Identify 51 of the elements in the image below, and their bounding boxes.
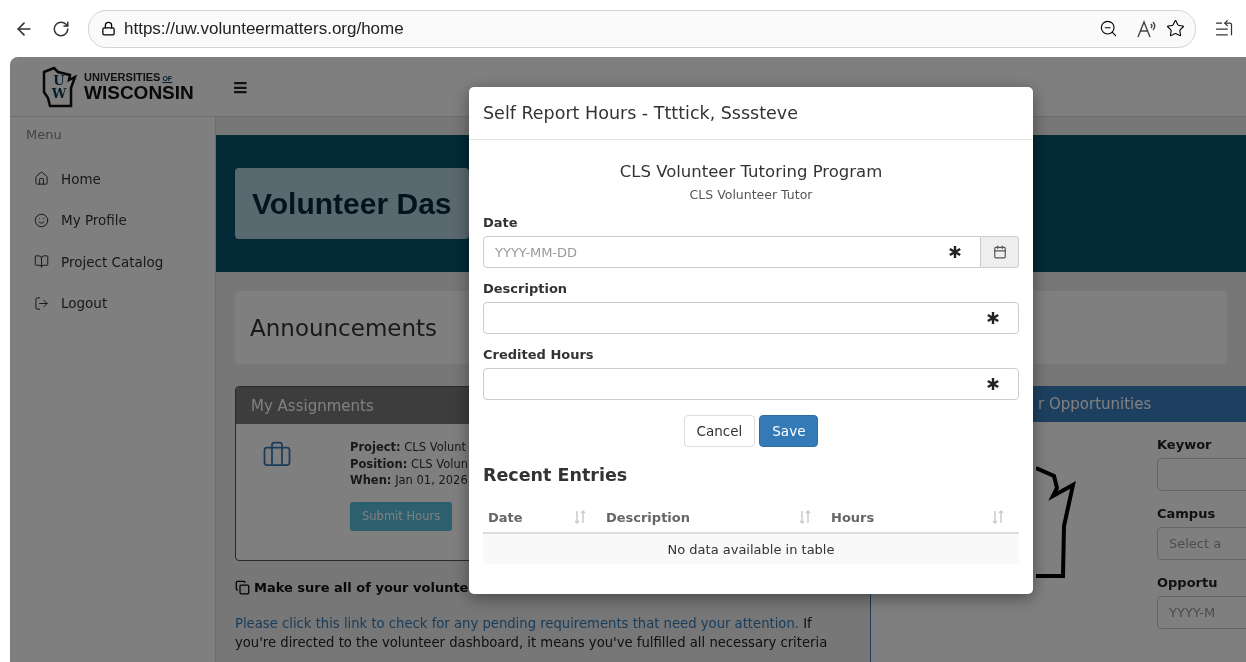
- section-title: Recent Entries: [483, 465, 629, 485]
- read-aloud-icon[interactable]: [1136, 19, 1158, 38]
- sidebar-item[interactable]: Home: [26, 158, 215, 200]
- cancel-button[interactable]: Cancel: [683, 415, 756, 447]
- calendar-icon: [992, 245, 1007, 259]
- address-bar[interactable]: https://uw.volunteermatters.org/home: [88, 9, 1196, 48]
- modal-title: Self Report Hours - Ttttick, Ssssteve: [483, 103, 798, 123]
- logo-letter: U: [53, 73, 65, 87]
- requirements-link[interactable]: Please click this link to check for any pending requirements that need your attention.: [235, 616, 799, 631]
- column-header[interactable]: Date: [488, 509, 523, 525]
- sidebar-item[interactable]: Logout: [26, 282, 215, 324]
- url-text: https://uw.volunteermatters.org/home: [124, 18, 405, 39]
- logo-title: WISCONSIN: [84, 82, 194, 102]
- document-icon: [235, 580, 250, 595]
- field-label: Keywor: [1157, 437, 1213, 452]
- field-label: Campus: [1157, 506, 1217, 521]
- program-title: CLS Volunteer Tutoring Program: [618, 162, 884, 181]
- smiley-icon: [34, 212, 49, 228]
- notice-paragraph: Please click this link to check for any pending requirements that need your attention. If you're directed to the volunteer dashboard, it means you've fulfilled all necessary criteria: [235, 615, 829, 652]
- field-label: Credited Hours: [483, 347, 595, 362]
- logout-icon: [34, 295, 49, 311]
- field-label: Opportu: [1157, 575, 1219, 590]
- menu-icon[interactable]: ≡: [232, 74, 249, 99]
- logo-letter: W: [51, 86, 67, 100]
- input-field[interactable]: [483, 302, 1019, 334]
- column-header[interactable]: Description: [605, 509, 690, 525]
- zoom-out-icon[interactable]: [1099, 19, 1118, 38]
- field-label: Date: [483, 215, 519, 230]
- input-field[interactable]: YYYY-MM-DD: [483, 236, 981, 268]
- assignment-detail: Project: CLS Volunt: [350, 440, 467, 456]
- field-label: Description: [483, 281, 569, 296]
- menu-heading: Menu: [26, 127, 63, 142]
- empty-table-message: No data available in table: [483, 533, 1019, 564]
- notice-title: Make sure all of your volunte: [254, 580, 469, 595]
- favorite-star-icon[interactable]: [1166, 19, 1185, 38]
- column-header[interactable]: Hours: [831, 509, 875, 525]
- save-button[interactable]: Save: [759, 415, 819, 447]
- calendar-button[interactable]: [981, 236, 1019, 268]
- assignment-detail: When: Jan 01, 2026: [350, 473, 469, 489]
- home-icon: [34, 171, 49, 187]
- input-field[interactable]: [483, 368, 1019, 400]
- sidebar-item[interactable]: My Profile: [26, 199, 215, 241]
- section-title: Announcements: [250, 314, 438, 341]
- assignment-detail: Position: CLS Volun: [350, 456, 469, 472]
- wisconsin-outline-icon: [40, 65, 78, 108]
- book-icon: [34, 254, 49, 270]
- reload-icon[interactable]: [52, 19, 70, 38]
- page-title: Volunteer Das: [252, 186, 452, 221]
- lock-icon: [101, 21, 116, 36]
- position-subtitle: CLS Volunteer Tutor: [688, 187, 814, 202]
- sidebar-item[interactable]: Project Catalog: [26, 241, 215, 283]
